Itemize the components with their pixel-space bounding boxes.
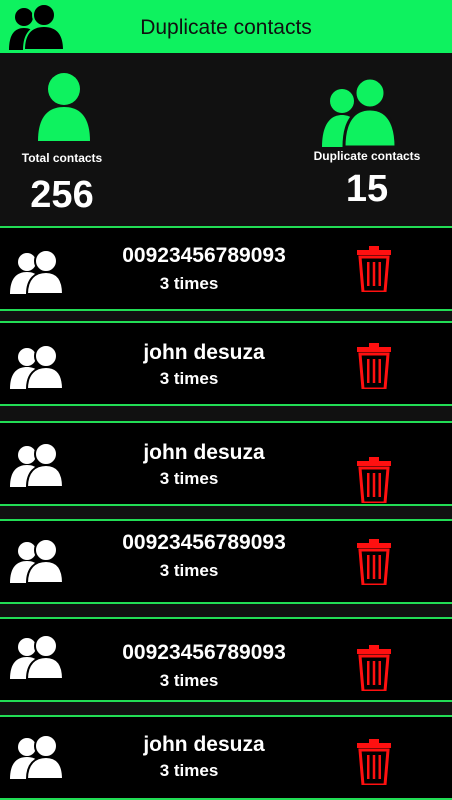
trash-icon[interactable] [357, 246, 391, 292]
people-icon [10, 345, 63, 389]
contact-name: john desuza [143, 441, 265, 464]
list-item[interactable]: john desuza 3 times [0, 321, 452, 406]
list-item[interactable]: 00923456789093 3 times [0, 226, 452, 311]
trash-icon[interactable] [357, 539, 391, 585]
list-item[interactable]: 00923456789093 3 times [0, 617, 452, 702]
contact-name: 00923456789093 [122, 531, 286, 554]
duplicate-count: 3 times [159, 671, 219, 690]
people-icon [10, 539, 63, 583]
contact-name: 00923456789093 [122, 244, 286, 267]
duplicate-count: 3 times [159, 561, 219, 580]
people-icon [322, 77, 398, 147]
duplicate-count: 3 times [159, 369, 219, 388]
duplicate-count: 3 times [159, 761, 219, 780]
trash-icon[interactable] [357, 739, 391, 785]
person-icon [38, 73, 90, 141]
page-title: Duplicate contacts [140, 16, 312, 39]
trash-icon[interactable] [357, 343, 391, 389]
people-icon [9, 4, 65, 50]
duplicate-count: 3 times [159, 274, 219, 293]
contact-name: 00923456789093 [122, 641, 286, 664]
people-icon [10, 443, 63, 487]
summary-panel: Total contacts 256 Duplicate contacts 15 [0, 53, 452, 225]
trash-icon[interactable] [357, 457, 391, 503]
duplicate-count: 3 times [159, 469, 219, 488]
list-item[interactable]: 00923456789093 3 times [0, 519, 452, 604]
app-header: Duplicate contacts [0, 0, 452, 53]
people-icon [10, 250, 63, 294]
people-icon [10, 635, 63, 679]
list-item[interactable]: john desuza 3 times [0, 715, 452, 800]
contact-name: john desuza [143, 733, 265, 756]
total-contacts-label: Total contacts [21, 151, 103, 165]
contact-name: john desuza [143, 341, 265, 364]
duplicate-contacts-label: Duplicate contacts [313, 149, 421, 163]
duplicate-list: 00923456789093 3 times john desuza 3 tim… [0, 225, 452, 800]
total-contacts-value: 256 [30, 174, 94, 216]
people-icon [10, 735, 63, 779]
list-item[interactable]: john desuza 3 times [0, 421, 452, 506]
duplicate-contacts-value: 15 [345, 168, 389, 210]
trash-icon[interactable] [357, 645, 391, 691]
